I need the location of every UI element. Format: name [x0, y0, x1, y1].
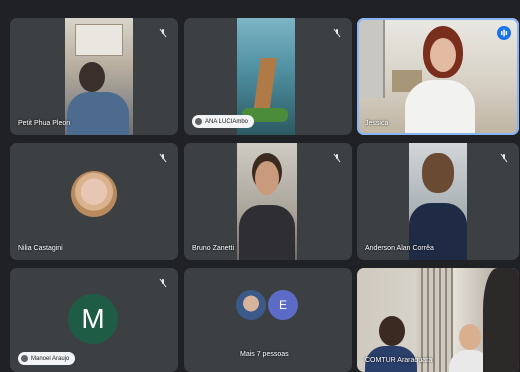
participant-name: Nilia Castagini — [18, 245, 63, 252]
participant-tile[interactable]: COMTUR Araraquara — [357, 268, 519, 372]
participant-avatar: M — [68, 294, 118, 344]
participant-avatar: E — [268, 290, 298, 320]
participant-name: COMTUR Araraquara — [365, 357, 433, 364]
user-icon — [21, 355, 28, 362]
mic-off-icon — [158, 278, 168, 288]
participant-tile[interactable]: Nilia Castagini — [10, 143, 178, 260]
mic-off-icon — [158, 153, 168, 163]
meeting-stage: Petit Phua Pleon ANA LUCIAmbo Jessica Ni… — [0, 0, 520, 372]
participant-tile[interactable]: M Manoel Araujo — [10, 268, 178, 372]
mic-off-icon — [332, 28, 342, 38]
participant-video — [409, 143, 467, 260]
name-badge: ANA LUCIAmbo — [192, 115, 255, 128]
participant-name: Anderson Alan Corrêa — [365, 245, 434, 252]
participant-avatar — [236, 290, 266, 320]
more-participants-label: Mais 7 pessoas — [240, 351, 289, 358]
mic-off-icon — [332, 153, 342, 163]
participant-video — [237, 143, 297, 260]
participant-name: Bruno Zanetti — [192, 245, 235, 252]
mic-off-icon — [158, 28, 168, 38]
participant-tile[interactable]: ANA LUCIAmbo — [184, 18, 352, 135]
mic-off-icon — [499, 153, 509, 163]
avatar-letter: E — [278, 298, 287, 312]
participant-tile[interactable]: Jessica — [357, 18, 519, 135]
participant-avatar — [71, 171, 117, 217]
speaking-indicator-icon — [497, 26, 511, 40]
participant-name: Manoel Araujo — [31, 355, 70, 362]
user-icon — [195, 118, 202, 125]
participant-tile[interactable]: Anderson Alan Corrêa — [357, 143, 519, 260]
more-participants-tile[interactable]: E Mais 7 pessoas — [184, 268, 352, 372]
participant-name: ANA LUCIAmbo — [205, 118, 249, 125]
participant-tile[interactable]: Petit Phua Pleon — [10, 18, 178, 135]
participant-tile[interactable]: Bruno Zanetti — [184, 143, 352, 260]
participant-video — [357, 18, 519, 135]
participant-video — [65, 18, 133, 135]
avatar-letter: M — [81, 303, 105, 334]
participant-name: Petit Phua Pleon — [18, 120, 71, 127]
participant-name: Jessica — [365, 120, 389, 127]
name-badge: Manoel Araujo — [18, 352, 76, 365]
